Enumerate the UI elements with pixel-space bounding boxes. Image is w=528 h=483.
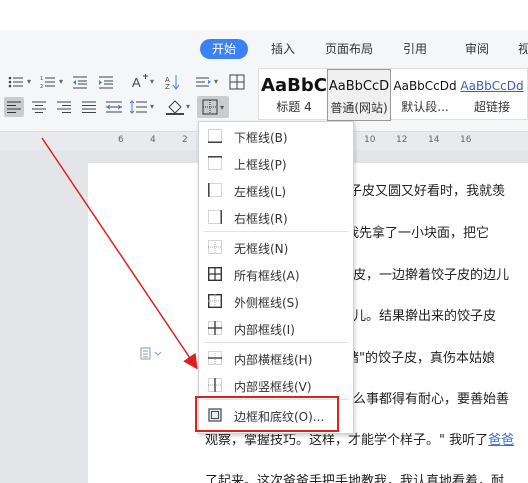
chevron-down-icon[interactable]: ▾ <box>150 77 154 86</box>
style-default-paragraph[interactable]: AaBbCcDd 默认段... <box>393 69 457 121</box>
top-border-icon <box>208 156 222 170</box>
document-line[interactable]: 劲儿。结果擀出来的饺子皮 <box>340 305 496 324</box>
chevron-down-icon[interactable]: ▾ <box>214 77 218 86</box>
menu-item-top-border[interactable]: 上框线(P) <box>199 151 353 175</box>
paragraph-spacing-icon[interactable] <box>129 97 149 117</box>
left-border-icon <box>208 183 222 197</box>
inside-borders-icon <box>208 321 222 335</box>
menu-item-inside-horizontal[interactable]: 内部横框线(H) <box>199 346 353 370</box>
menu-item-outside-borders[interactable]: 外侧框线(S) <box>199 289 353 313</box>
menu-item-bottom-border[interactable]: 下框线(B) <box>199 124 353 148</box>
title-bar <box>0 0 528 30</box>
tab-page-layout[interactable]: 页面布局 <box>325 39 373 59</box>
svg-text:2: 2 <box>40 84 43 89</box>
border-dropdown-menu: 下框线(B) 上框线(P) 左框线(L) 右框线(R) 无框线(N) 所有框线(… <box>198 121 354 434</box>
no-border-icon <box>208 240 222 254</box>
decrease-indent-icon[interactable] <box>70 72 90 92</box>
menu-divider <box>203 342 349 343</box>
increase-indent-icon[interactable] <box>96 72 116 92</box>
chevron-down-icon[interactable]: ▾ <box>27 77 31 86</box>
shading-icon[interactable] <box>165 97 185 117</box>
tab-insert[interactable]: 插入 <box>271 39 295 59</box>
document-link[interactable]: 爸爸 <box>488 433 514 448</box>
tab-home[interactable]: 开始 <box>200 39 249 59</box>
align-left-icon[interactable] <box>4 97 24 117</box>
svg-text:1: 1 <box>40 76 43 82</box>
line-spacing-icon[interactable] <box>194 72 214 92</box>
styles-gallery: AaBbC 标题 4 AaBbCcD 普通(网站) AaBbCcDd 默认段..… <box>258 68 528 121</box>
svg-text:Z: Z <box>165 83 170 90</box>
align-center-icon[interactable] <box>29 97 49 117</box>
bottom-border-icon <box>208 129 222 143</box>
border-icon[interactable]: ▾ <box>197 96 229 118</box>
tab-review[interactable]: 审阅 <box>465 39 489 59</box>
menu-item-left-border[interactable]: 左框线(L) <box>199 178 353 202</box>
style-normal-web[interactable]: AaBbCcD 普通(网站) <box>327 69 391 121</box>
menu-item-inside-vertical[interactable]: 内部竖框线(V) <box>199 373 353 397</box>
menu-divider <box>203 231 349 232</box>
page-options-icon[interactable] <box>140 347 164 361</box>
distributed-icon[interactable] <box>104 97 124 117</box>
style-heading4[interactable]: AaBbC 标题 4 <box>261 69 327 121</box>
tab-references[interactable]: 引用 <box>403 39 427 59</box>
inside-vertical-border-icon <box>208 378 222 392</box>
document-line[interactable]: 了起来。这次爸爸手把手地教我，我认真地看着，耐 <box>205 470 504 483</box>
menu-item-inside-borders[interactable]: 内部框线(I) <box>199 316 353 340</box>
tab-view[interactable]: 视 <box>518 39 528 59</box>
chevron-down-icon[interactable]: ▾ <box>150 102 154 111</box>
chevron-down-icon[interactable]: ▾ <box>59 77 63 86</box>
document-line[interactable]: "赌"的饺子皮，真伤本姑娘 <box>340 347 495 366</box>
document-line[interactable]: 什么事都得有耐心，要善始善 <box>340 388 509 407</box>
menu-item-right-border[interactable]: 右框线(R) <box>199 205 353 229</box>
outside-borders-icon <box>208 294 222 308</box>
style-hyperlink[interactable]: AaBbCcDd 超链接 <box>457 69 527 121</box>
ribbon-tabs: 开始 插入 页面布局 引用 审阅 视 <box>0 36 528 62</box>
right-border-icon <box>208 210 222 224</box>
bullet-list-icon[interactable] <box>6 72 26 92</box>
inside-horizontal-border-icon <box>208 351 222 365</box>
align-right-icon[interactable] <box>54 97 74 117</box>
document-line[interactable]: 饺子皮又圆又好看时，我就羡 <box>336 180 505 199</box>
highlight-box <box>195 396 339 432</box>
text-direction-icon[interactable]: A <box>130 72 150 92</box>
sort-icon[interactable]: AZ <box>163 72 183 92</box>
justify-icon[interactable] <box>79 97 99 117</box>
menu-item-no-border[interactable]: 无框线(N) <box>199 235 353 259</box>
all-borders-icon <box>208 267 222 281</box>
svg-text:A: A <box>132 75 141 90</box>
document-line[interactable]: 子皮，一边擀着饺子皮的边儿 <box>340 264 509 283</box>
menu-item-all-borders[interactable]: 所有框线(A) <box>199 262 353 286</box>
numbered-list-icon[interactable]: 12 <box>38 72 58 92</box>
chevron-down-icon[interactable]: ▾ <box>186 102 190 111</box>
table-border-icon[interactable] <box>227 72 247 92</box>
